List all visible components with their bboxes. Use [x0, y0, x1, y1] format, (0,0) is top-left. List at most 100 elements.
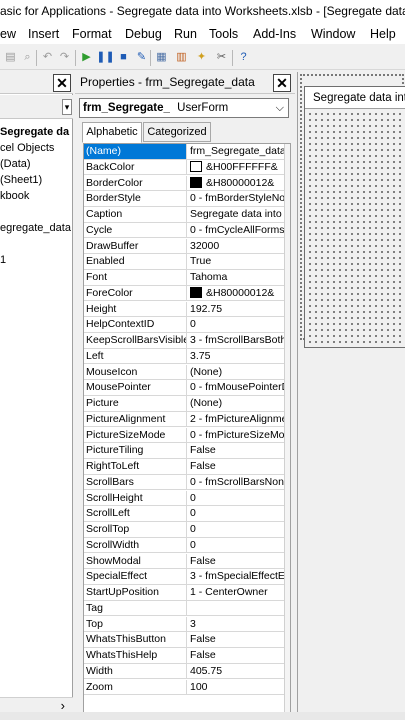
- object-selector-dropdown-icon[interactable]: ⌵: [276, 99, 284, 117]
- project-explorer-icon[interactable]: ▦: [154, 50, 169, 65]
- property-value[interactable]: 0: [188, 317, 284, 332]
- property-value[interactable]: 405.75: [188, 664, 284, 679]
- scroll-right-icon[interactable]: ›: [61, 698, 65, 713]
- property-value[interactable]: 3 - fmSpecialEffectEtched: [188, 569, 284, 584]
- property-row[interactable]: WhatsThisHelp False: [84, 648, 284, 664]
- property-value[interactable]: 0: [188, 538, 284, 553]
- property-row[interactable]: DrawBuffer 32000: [84, 238, 284, 255]
- property-row[interactable]: StartUpPosition 1 - CenterOwner: [84, 585, 284, 601]
- property-row[interactable]: BorderColor &H80000012&: [84, 175, 284, 192]
- property-row[interactable]: PictureAlignment2 - fmPictureAlignmentCe…: [84, 411, 284, 428]
- property-row[interactable]: (Name) frm_Segregate_data: [84, 144, 284, 160]
- property-value[interactable]: 0 - fmScrollBarsNone: [188, 475, 284, 490]
- property-row[interactable]: MouseIcon (None): [84, 364, 284, 381]
- tree-item[interactable]: cel Objects: [0, 140, 73, 156]
- tree-item[interactable]: kbook: [0, 188, 73, 204]
- property-row[interactable]: Width 405.75: [84, 663, 284, 680]
- menu-item-window[interactable]: Window: [311, 24, 355, 44]
- property-grid-scrollbar[interactable]: [284, 144, 290, 712]
- properties-close-icon[interactable]: ✕: [273, 74, 291, 92]
- property-row[interactable]: RightToLeft False: [84, 459, 284, 475]
- tree-item[interactable]: [0, 204, 73, 220]
- menu-item-run[interactable]: Run: [174, 24, 197, 44]
- tab-alphabetic[interactable]: Alphabetic: [82, 122, 142, 143]
- menu-item-format[interactable]: Format: [72, 24, 112, 44]
- property-row[interactable]: Tag: [84, 600, 284, 617]
- run-icon[interactable]: ▶: [79, 50, 94, 65]
- property-value[interactable]: &H80000012&: [188, 176, 284, 191]
- property-row[interactable]: BorderStyle0 - fmBorderStyleNone: [84, 191, 284, 207]
- property-value[interactable]: 0: [188, 522, 284, 537]
- property-value[interactable]: False: [188, 554, 284, 569]
- property-value[interactable]: 3: [188, 617, 284, 632]
- property-row[interactable]: SpecialEffect3 - fmSpecialEffectEtched: [84, 569, 284, 585]
- property-value[interactable]: (None): [188, 365, 284, 380]
- property-row[interactable]: PictureSizeMode0 - fmPictureSizeModeClip: [84, 427, 284, 444]
- property-value[interactable]: 1 - CenterOwner: [188, 585, 284, 600]
- property-row[interactable]: Font Tahoma: [84, 270, 284, 286]
- reset-icon[interactable]: ■: [116, 50, 131, 65]
- object-selector-combo[interactable]: frm_Segregate_ UserForm ⌵: [79, 98, 289, 118]
- properties-window-icon[interactable]: ▥: [174, 50, 189, 65]
- property-value[interactable]: True: [188, 254, 284, 269]
- redo-icon[interactable]: ↷: [57, 50, 72, 65]
- property-row[interactable]: Cycle 0 - fmCycleAllForms: [84, 222, 284, 239]
- property-value[interactable]: 3.75: [188, 349, 284, 364]
- paste-icon[interactable]: ▤: [3, 50, 18, 65]
- property-value[interactable]: 2 - fmPictureAlignmentCenter: [188, 412, 284, 427]
- property-row[interactable]: KeepScrollBarsVisible 3 - fmScrollBarsBot…: [84, 333, 284, 349]
- property-value[interactable]: &H00FFFFFF&: [188, 160, 284, 175]
- property-row[interactable]: Height 192.75: [84, 301, 284, 318]
- property-value[interactable]: 0 - fmCycleAllForms: [188, 223, 284, 238]
- property-row[interactable]: ScrollWidth 0: [84, 537, 284, 554]
- property-value[interactable]: 0: [188, 506, 284, 521]
- property-value[interactable]: 100: [188, 680, 284, 695]
- property-value[interactable]: 0 - fmMousePointerDefault: [188, 380, 284, 395]
- project-explorer-close-icon[interactable]: ✕: [53, 74, 71, 92]
- tree-item[interactable]: Segregate da: [0, 124, 73, 140]
- property-value[interactable]: 0 - fmBorderStyleNone: [188, 191, 284, 206]
- property-row[interactable]: ScrollHeight 0: [84, 490, 284, 507]
- property-value[interactable]: frm_Segregate_data: [188, 144, 284, 159]
- property-row[interactable]: ForeColor &H80000012&: [84, 285, 284, 302]
- toolbox-icon[interactable]: ✂: [214, 50, 229, 65]
- userform[interactable]: Segregate data into Worksheets: [304, 86, 405, 348]
- property-value[interactable]: 0 - fmPictureSizeModeClip: [188, 428, 284, 443]
- property-row[interactable]: Zoom 100: [84, 679, 284, 696]
- property-row[interactable]: Caption Segregate data into: [84, 207, 284, 223]
- property-row[interactable]: PictureTiling False: [84, 443, 284, 459]
- property-row[interactable]: BackColor &H00FFFFFF&: [84, 159, 284, 176]
- property-row[interactable]: Left 3.75: [84, 348, 284, 365]
- property-row[interactable]: HelpContextID 0: [84, 317, 284, 333]
- property-value[interactable]: False: [188, 443, 284, 458]
- tree-item[interactable]: 1: [0, 252, 73, 268]
- break-icon[interactable]: ❚❚: [96, 50, 114, 65]
- property-value[interactable]: 192.75: [188, 302, 284, 317]
- menu-item-tools[interactable]: Tools: [209, 24, 238, 44]
- property-value[interactable]: False: [188, 459, 284, 474]
- property-value[interactable]: 3 - fmScrollBarsBoth: [188, 333, 284, 348]
- property-row[interactable]: ShowModal False: [84, 553, 284, 570]
- property-value[interactable]: 32000: [188, 239, 284, 254]
- property-row[interactable]: WhatsThisButton False: [84, 632, 284, 648]
- property-value[interactable]: False: [188, 632, 284, 647]
- property-value[interactable]: Tahoma: [188, 270, 284, 285]
- userform-client-area[interactable]: [307, 111, 405, 347]
- property-row[interactable]: ScrollBars 0 - fmScrollBarsNone: [84, 474, 284, 491]
- property-row[interactable]: Enabled True: [84, 254, 284, 270]
- property-value[interactable]: 0: [188, 491, 284, 506]
- property-value[interactable]: Segregate data into: [188, 207, 284, 222]
- menu-item-ew[interactable]: ew: [0, 24, 16, 44]
- object-browser-icon[interactable]: ✦: [194, 50, 209, 65]
- project-explorer-toggle-folders-icon[interactable]: ▾: [62, 99, 72, 115]
- property-row[interactable]: ScrollTop 0: [84, 522, 284, 538]
- menu-item-debug[interactable]: Debug: [125, 24, 162, 44]
- undo-icon[interactable]: ↶: [40, 50, 55, 65]
- tree-item[interactable]: (Sheet1): [0, 172, 73, 188]
- tab-categorized[interactable]: Categorized: [143, 122, 211, 142]
- help-icon[interactable]: ?: [236, 50, 251, 65]
- tree-item[interactable]: [0, 236, 73, 252]
- menu-item-add-ins[interactable]: Add-Ins: [253, 24, 296, 44]
- property-row[interactable]: ScrollLeft 0: [84, 506, 284, 522]
- design-mode-icon[interactable]: ✎: [134, 50, 149, 65]
